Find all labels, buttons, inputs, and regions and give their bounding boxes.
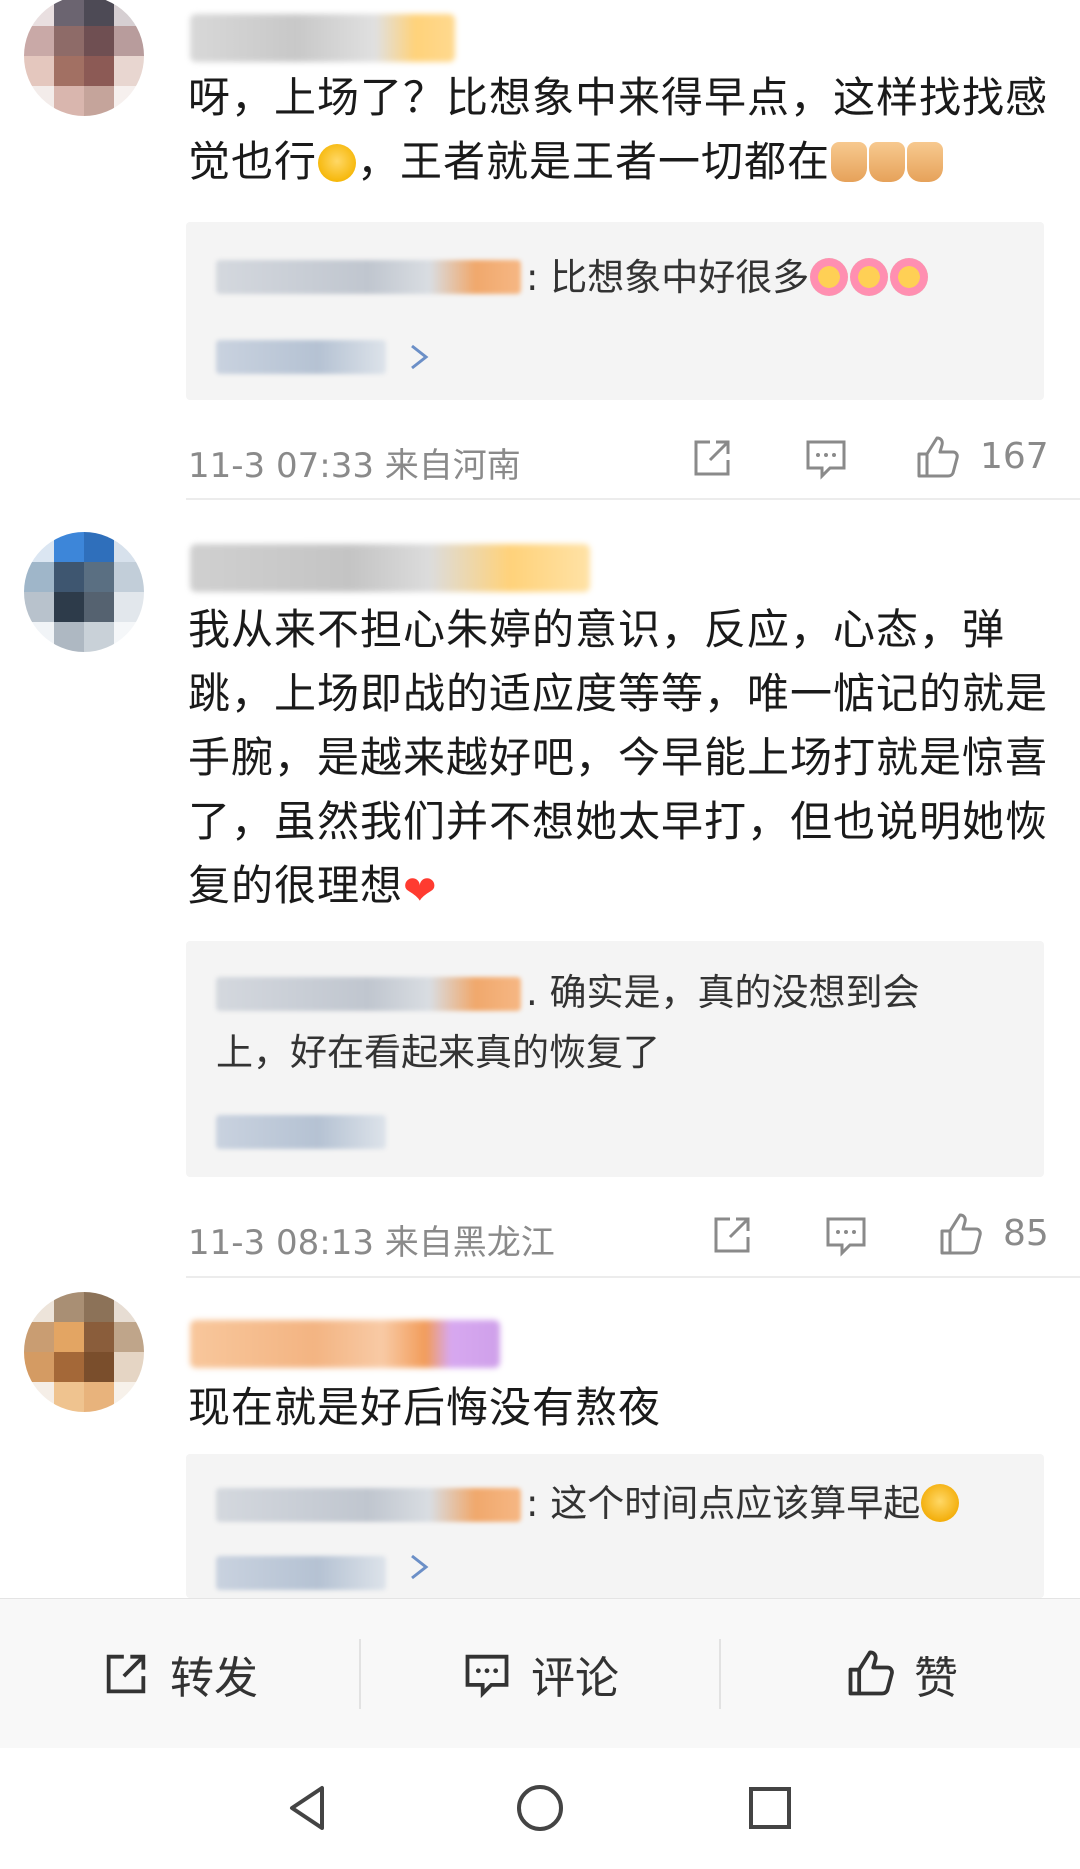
- like-count: 167: [980, 436, 1049, 477]
- divider: [719, 1639, 721, 1709]
- repost-label: 转发: [170, 1653, 258, 1704]
- triangle-back-icon[interactable]: [280, 1778, 340, 1838]
- comment-label: 评论: [531, 1653, 619, 1704]
- comment-icon: [465, 1654, 509, 1699]
- divider: [186, 1276, 1080, 1278]
- comment-text: 呀，上场了？比想象中来得早点，这样找找感觉也行 ，王者就是王者一切都在: [188, 66, 1050, 194]
- comment-text-part: ，王者就是王者一切都在: [357, 137, 831, 186]
- thumbs-up-emoji-icon: [831, 142, 868, 182]
- share-icon[interactable]: [708, 1211, 756, 1259]
- reply-text: 上，好在看起来真的恢复了: [216, 1031, 660, 1074]
- comment-text: 我从来不担心朱婷的意识，反应，心态，弹跳，上场即战的适应度等等，唯一惦记的就是手…: [188, 598, 1050, 923]
- comment-icon[interactable]: [802, 434, 850, 482]
- comment-text: 现在就是好后悔没有熬夜: [188, 1383, 662, 1432]
- laugh-cry-emoji-icon: [921, 1484, 960, 1522]
- avatar[interactable]: [24, 1292, 144, 1412]
- reply-preview[interactable]: . 确实是，真的没想到会 上，好在看起来真的恢复了: [186, 941, 1044, 1177]
- username-blurred[interactable]: [190, 1320, 500, 1368]
- reply-text: : 这个时间点应该算早起: [526, 1474, 960, 1534]
- chevron-right-icon: [411, 344, 429, 370]
- thumb-up-icon[interactable]: [913, 434, 961, 482]
- bottom-action-bar: 转发 评论 赞: [0, 1598, 1080, 1749]
- like-label: 赞: [914, 1653, 958, 1704]
- comment-time: 11-3 07:33 来自河南: [188, 446, 521, 486]
- share-icon[interactable]: [688, 434, 736, 482]
- thumbs-up-emoji-icon: [907, 142, 944, 182]
- reply-author-blurred[interactable]: [216, 1488, 521, 1522]
- divider: [186, 498, 1080, 500]
- flower-face-emoji-icon: [810, 258, 849, 296]
- comment-time: 11-3 08:13 来自黑龙江: [188, 1223, 555, 1263]
- reply-text: : 比想象中好很多: [526, 248, 929, 308]
- more-replies-blurred[interactable]: [216, 340, 386, 374]
- thumb-up-icon[interactable]: [936, 1211, 984, 1259]
- chevron-right-icon: [411, 1554, 429, 1580]
- thumb-up-icon: [848, 1650, 894, 1696]
- like-button[interactable]: 赞: [722, 1599, 1080, 1749]
- reply-author-blurred[interactable]: [216, 260, 521, 294]
- reply-preview[interactable]: : 这个时间点应该算早起: [186, 1454, 1044, 1598]
- comment-meta: 11-3 07:33 来自河南 167: [188, 428, 1049, 488]
- square-recent-icon[interactable]: [740, 1778, 800, 1838]
- comment-meta: 11-3 08:13 来自黑龙江 85: [188, 1205, 1049, 1265]
- reply-author-blurred[interactable]: [216, 977, 521, 1011]
- smile-emoji-icon: [318, 144, 357, 182]
- share-icon: [106, 1654, 146, 1694]
- username-blurred[interactable]: [190, 544, 590, 592]
- comment-icon[interactable]: [822, 1211, 870, 1259]
- reply-text: . 确实是，真的没想到会: [526, 971, 920, 1014]
- avatar[interactable]: [24, 532, 144, 652]
- reply-preview[interactable]: : 比想象中好很多: [186, 222, 1044, 400]
- flower-face-emoji-icon: [850, 258, 889, 296]
- more-replies-blurred[interactable]: [216, 1115, 386, 1149]
- username-blurred[interactable]: [190, 14, 455, 62]
- red-heart-icon: ❤: [403, 868, 438, 914]
- avatar[interactable]: [24, 0, 144, 116]
- system-navigation-bar: [0, 1748, 1080, 1869]
- flower-face-emoji-icon: [890, 258, 929, 296]
- more-replies-blurred[interactable]: [216, 1556, 386, 1590]
- thumbs-up-emoji-icon: [869, 142, 906, 182]
- circle-home-icon[interactable]: [510, 1778, 570, 1838]
- comment-button[interactable]: 评论: [361, 1599, 719, 1749]
- repost-button[interactable]: 转发: [0, 1599, 358, 1749]
- like-count: 85: [1003, 1213, 1049, 1254]
